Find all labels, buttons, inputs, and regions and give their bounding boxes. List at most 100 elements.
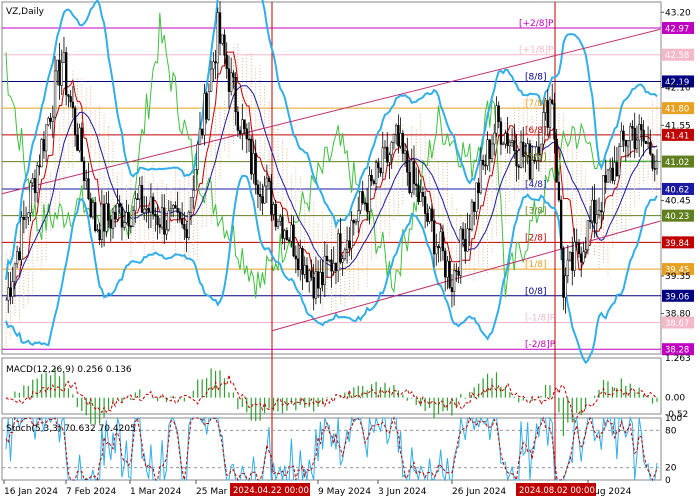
stochastic-label: Stoch(5,3,3) 70.632 70.4205 [6,424,136,434]
candle-body [250,138,253,175]
candle-body [167,210,170,231]
candle-body [555,138,558,183]
candle-body [203,93,206,136]
candle-body [180,218,184,225]
candle-body [129,225,132,228]
candle-body [354,221,358,224]
candle-body [566,259,569,277]
y-tick-label: 41.55 [665,121,691,131]
candle-body [247,138,251,141]
candle-body [515,150,518,167]
candle-body [479,159,483,194]
candle-body [557,181,561,201]
candle-body [56,59,59,72]
candle-body [450,287,454,292]
candle-body [58,59,61,86]
candle-body [392,134,396,143]
candle-body [174,205,177,209]
candle-body [397,125,400,147]
stoch-tick-label: 20 [665,464,677,474]
murrey-label: [-2/8]P [525,340,556,350]
price-tag-label: 40.62 [665,185,689,195]
price-tag-label: 38.67 [665,319,689,329]
price-tag-label: 39.06 [665,292,689,302]
candle-body [303,265,306,275]
candle-body [548,99,552,128]
y-tick-label: 38.80 [665,310,691,320]
candle-body [577,242,581,255]
candle-body [339,233,342,263]
candle-body [363,202,367,205]
candle-body [261,196,264,204]
candle-body [629,126,632,142]
candle-body [484,164,487,167]
candle-body [189,197,193,213]
candle-body [143,209,146,213]
candle-body [426,213,429,222]
candle-body [330,259,333,272]
candle-body [207,91,211,120]
murrey-label: [6/8] [525,126,547,136]
candle-body [31,178,34,184]
candle-body [156,215,159,225]
candle-body [196,144,199,170]
candle-body [281,216,284,239]
candle-body [223,34,226,56]
candle-body [24,217,28,220]
candle-body [178,212,182,219]
candle-body [559,199,563,249]
candle-body [305,265,309,282]
x-tick-label: 1 Mar 2024 [130,487,182,497]
candle-body [655,160,659,169]
price-tag-label: 42.58 [665,51,689,61]
candle-body [105,203,108,232]
murrey-label: [+1/8]P [519,46,554,56]
candle-body [466,228,469,252]
candle-body [383,146,387,149]
candle-body [314,271,318,299]
murrey-label: [-1/8]P [525,313,556,323]
x-tick-label: 9 May 2024 [318,487,371,497]
candle-body [477,182,480,194]
murrey-label: [2/8] [525,233,547,243]
candle-body [33,178,37,193]
candle-body [212,61,215,70]
candle-body [457,270,460,276]
candle-body [497,105,500,123]
candle-body [111,211,115,229]
candle-body [571,252,574,271]
candle-body [546,100,549,128]
candle-body [372,180,376,184]
candle-body [439,231,442,249]
candle-body [96,229,99,231]
candle-body [272,204,275,215]
candle-body [613,162,616,181]
candle-body [562,247,565,298]
candle-body [18,251,21,260]
candle-body [508,142,512,147]
candle-body [114,211,117,220]
price-chart[interactable]: 42.9742.5842.1941.8041.4141.0240.6240.23… [0,0,700,500]
candle-body [495,105,498,134]
candle-body [118,203,121,208]
candle-body [348,240,351,249]
candle-body [316,271,320,289]
y-tick-label: 43.20 [665,8,691,18]
candle-body [332,262,335,272]
candle-body [446,260,449,278]
candle-body [94,202,97,231]
candle-body [259,194,262,197]
candle-body [626,140,630,147]
macd-tick-label: 0.00 [665,394,685,404]
candle-body [36,165,39,193]
murrey-label: [3/8] [525,207,547,217]
candle-body [464,239,467,252]
candle-body [125,211,128,223]
candle-body [406,150,409,173]
candle-body [294,255,297,260]
candle-body [475,182,478,212]
candle-body [519,141,523,168]
candle-body [345,240,349,251]
x-tick-label: 26 Jun 2024 [452,487,506,497]
candle-body [91,202,95,218]
